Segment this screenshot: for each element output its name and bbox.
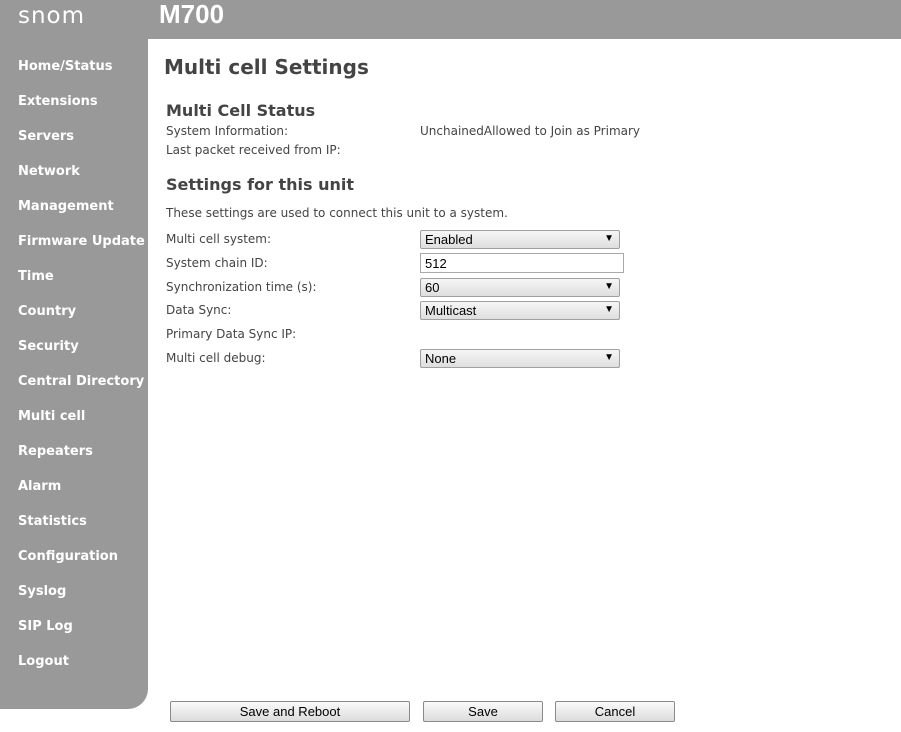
- settings-heading: Settings for this unit: [166, 175, 355, 194]
- settings-description: These settings are used to connect this …: [166, 206, 508, 220]
- sidebar-item-syslog[interactable]: Syslog: [18, 584, 66, 599]
- multi-cell-status-heading: Multi Cell Status: [166, 101, 316, 120]
- sidebar-item-sip-log[interactable]: SIP Log: [18, 619, 73, 634]
- data-sync-label: Data Sync:: [166, 303, 232, 317]
- sidebar-nav: Home/Status Extensions Servers Network M…: [0, 39, 148, 709]
- chevron-down-icon: ▼: [604, 352, 614, 363]
- last-packet-ip-label: Last packet received from IP:: [166, 143, 341, 157]
- sidebar-item-country[interactable]: Country: [18, 304, 76, 319]
- sidebar-item-statistics[interactable]: Statistics: [18, 514, 87, 529]
- sidebar-item-central-directory[interactable]: Central Directory: [18, 374, 144, 389]
- multi-cell-debug-selected: None: [425, 351, 457, 366]
- save-and-reboot-button[interactable]: Save and Reboot: [170, 701, 410, 722]
- multi-cell-system-select[interactable]: Enabled ▼: [420, 230, 620, 249]
- sidebar-item-firmware-update[interactable]: Firmware Update: [18, 234, 145, 249]
- save-button[interactable]: Save: [423, 701, 543, 722]
- sync-time-selected: 60: [425, 280, 440, 295]
- data-sync-select[interactable]: Multicast ▼: [420, 301, 620, 320]
- system-information-label: System Information:: [166, 124, 289, 138]
- system-chain-id-input[interactable]: [420, 253, 624, 273]
- device-model-title: M700: [159, 0, 225, 29]
- chevron-down-icon: ▼: [604, 304, 614, 315]
- sidebar-item-configuration[interactable]: Configuration: [18, 549, 118, 564]
- snom-logo: snom: [18, 3, 86, 29]
- sidebar-item-servers[interactable]: Servers: [18, 129, 74, 144]
- primary-data-sync-ip-label: Primary Data Sync IP:: [166, 327, 297, 341]
- page-title: Multi cell Settings: [164, 55, 369, 79]
- chevron-down-icon: ▼: [604, 281, 614, 292]
- sidebar-item-alarm[interactable]: Alarm: [18, 479, 61, 494]
- data-sync-selected: Multicast: [425, 303, 477, 318]
- sync-time-select[interactable]: 60 ▼: [420, 278, 620, 297]
- sidebar-item-security[interactable]: Security: [18, 339, 79, 354]
- sidebar-item-home-status[interactable]: Home/Status: [18, 59, 112, 74]
- sidebar-item-multi-cell[interactable]: Multi cell: [18, 409, 85, 424]
- multi-cell-debug-label: Multi cell debug:: [166, 351, 266, 365]
- sidebar-item-network[interactable]: Network: [18, 164, 80, 179]
- sidebar-item-extensions[interactable]: Extensions: [18, 94, 98, 109]
- multi-cell-debug-select[interactable]: None ▼: [420, 349, 620, 368]
- cancel-button[interactable]: Cancel: [555, 701, 675, 722]
- top-header: snom M700: [0, 0, 901, 39]
- sync-time-label: Synchronization time (s):: [166, 280, 317, 294]
- multi-cell-system-selected: Enabled: [425, 232, 473, 247]
- sidebar-item-repeaters[interactable]: Repeaters: [18, 444, 93, 459]
- multi-cell-system-label: Multi cell system:: [166, 232, 272, 246]
- system-chain-id-label: System chain ID:: [166, 256, 268, 270]
- system-information-value: UnchainedAllowed to Join as Primary: [420, 124, 641, 138]
- sidebar-item-logout[interactable]: Logout: [18, 654, 69, 669]
- sidebar-item-time[interactable]: Time: [18, 269, 54, 284]
- sidebar-item-management[interactable]: Management: [18, 199, 114, 214]
- chevron-down-icon: ▼: [604, 233, 614, 244]
